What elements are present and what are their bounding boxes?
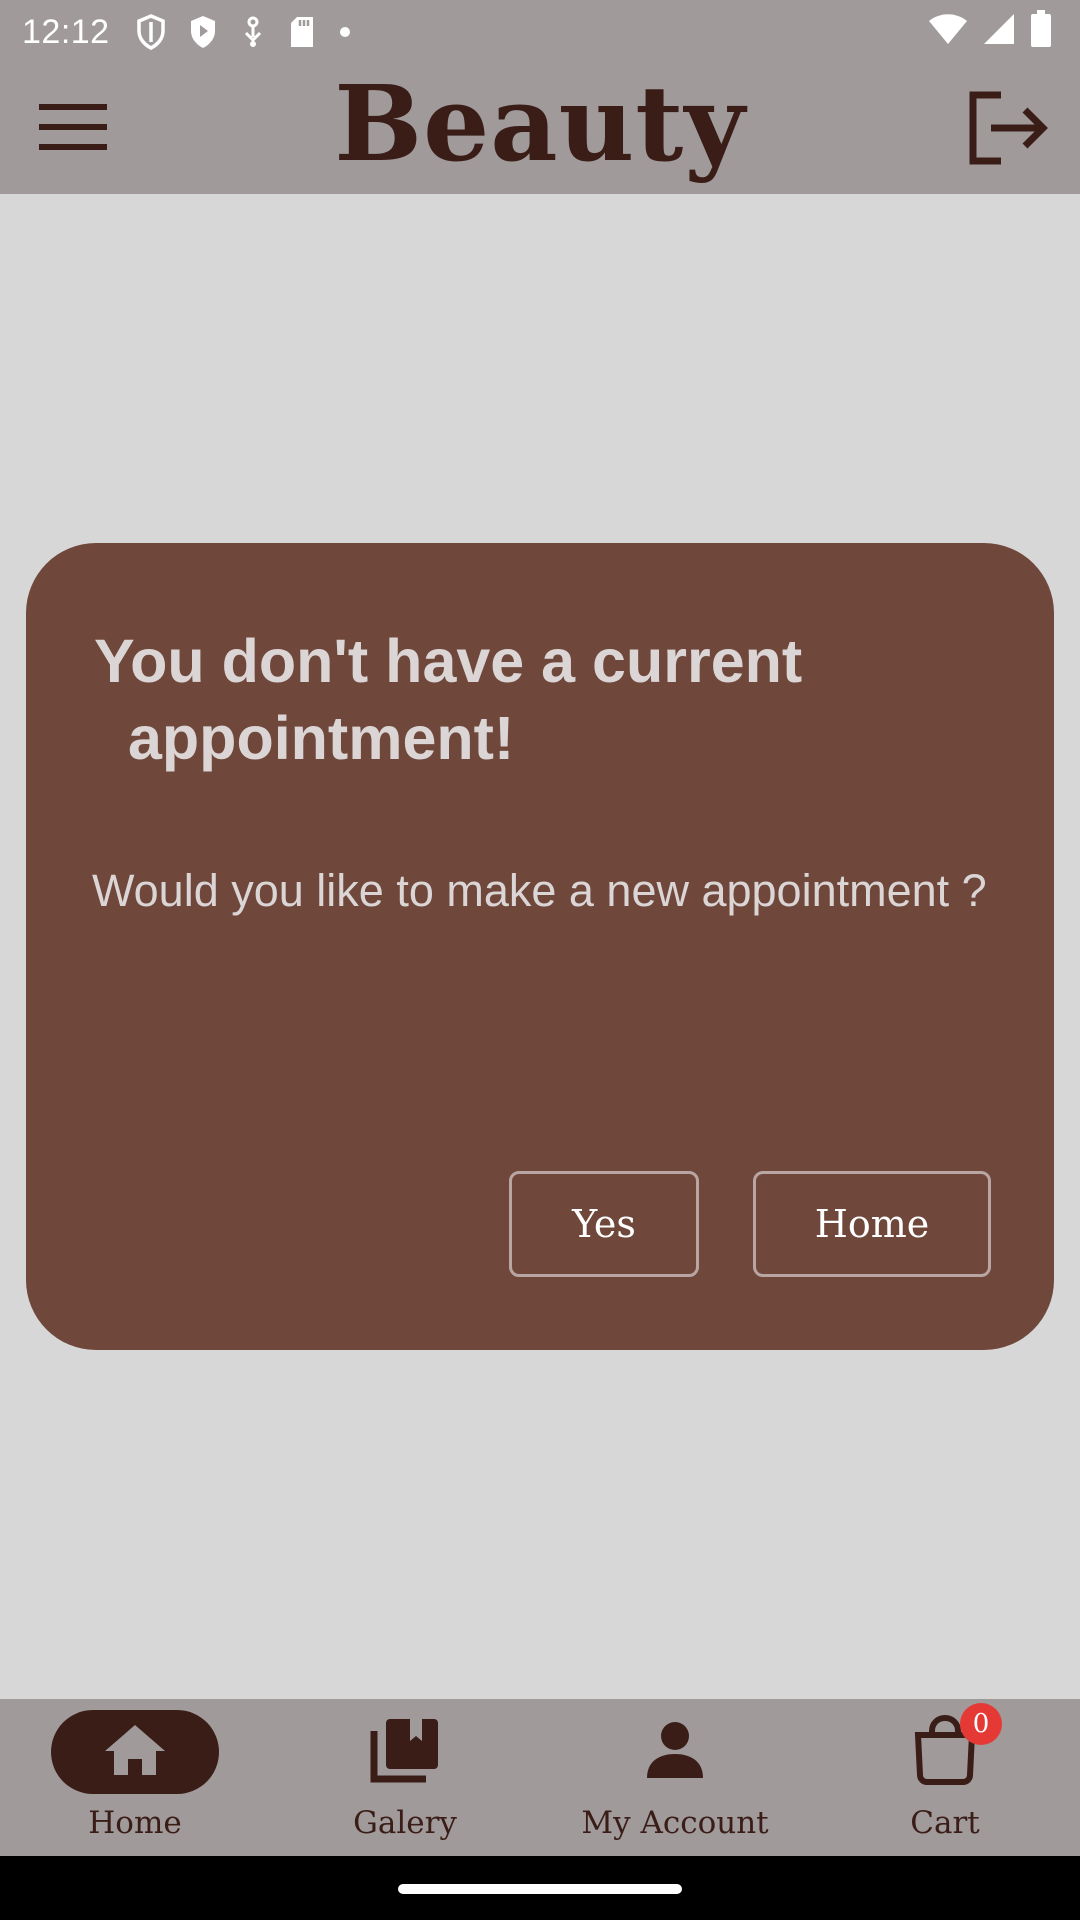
gallery-icon (370, 1717, 440, 1788)
status-icons-right (928, 10, 1052, 53)
nav-item-home[interactable]: Home (0, 1699, 270, 1856)
nav-label-cart: Cart (910, 1805, 980, 1841)
status-icons-left (136, 14, 352, 50)
home-button[interactable]: Home (753, 1171, 991, 1277)
shield-outline-icon (136, 14, 166, 50)
nav-active-indicator (51, 1710, 219, 1794)
bottom-navigation: Home Galery My Account 0 Cart (0, 1699, 1080, 1856)
home-icon (103, 1723, 167, 1782)
dot-icon (338, 25, 352, 39)
shield-play-icon (188, 14, 218, 50)
nav-item-my-account[interactable]: My Account (540, 1699, 810, 1856)
logout-icon (967, 91, 1049, 170)
nav-icon-wrap (591, 1710, 759, 1794)
home-gesture-handle[interactable] (398, 1884, 682, 1894)
battery-icon (1030, 10, 1052, 53)
nav-label-my-account: My Account (581, 1805, 769, 1841)
download-arrow-icon (240, 15, 266, 49)
dialog-title: You don't have a current appointment! (94, 623, 994, 777)
wifi-icon (928, 12, 968, 51)
cart-count-badge: 0 (960, 1703, 1002, 1745)
app-title: Beauty (334, 62, 746, 185)
nav-item-galery[interactable]: Galery (270, 1699, 540, 1856)
yes-button[interactable]: Yes (509, 1171, 699, 1277)
person-icon (645, 1720, 705, 1785)
nav-icon-wrap (861, 1710, 1029, 1794)
status-time: 12:12 (22, 12, 110, 51)
nav-label-home: Home (88, 1805, 182, 1841)
sd-card-icon (288, 15, 316, 49)
nav-icon-wrap (321, 1710, 489, 1794)
nav-item-cart[interactable]: 0 Cart (810, 1699, 1080, 1856)
nav-label-galery: Galery (353, 1805, 457, 1841)
no-appointment-dialog: You don't have a current appointment! Wo… (26, 543, 1054, 1350)
status-bar: 12:12 (0, 0, 1080, 64)
dialog-title-line2: appointment! (128, 704, 515, 772)
system-navigation-bar (0, 1856, 1080, 1920)
dialog-title-line1: You don't have a current (94, 627, 803, 695)
dialog-message: Would you like to make a new appointment… (92, 865, 987, 916)
logout-button[interactable] (960, 90, 1056, 170)
cellular-signal-icon (982, 12, 1016, 51)
app-bar: Beauty (0, 64, 1080, 194)
